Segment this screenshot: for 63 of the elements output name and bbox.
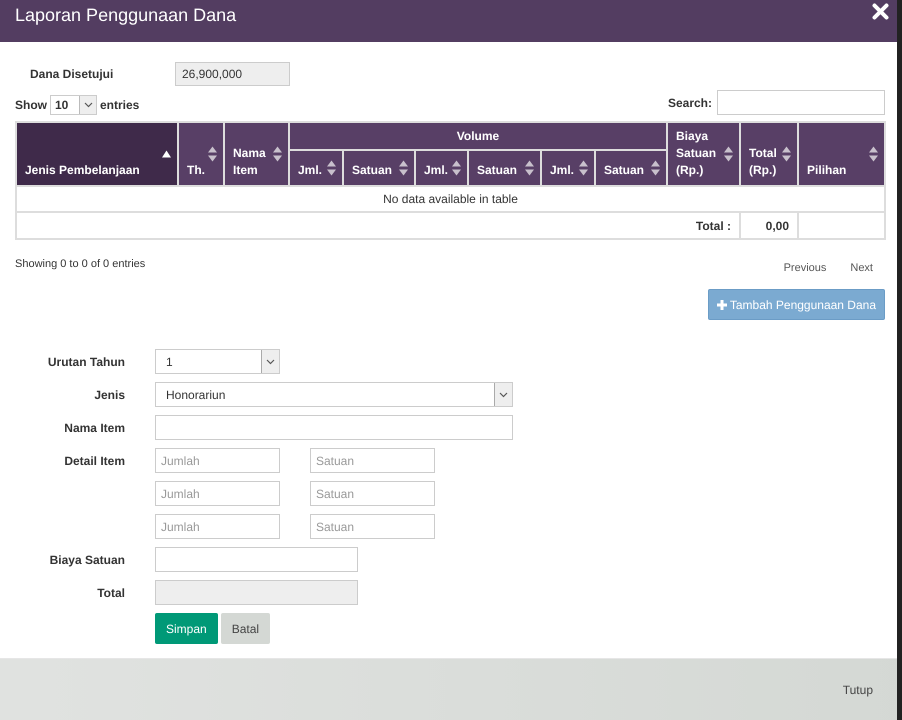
sort-icon[interactable] [273, 146, 282, 162]
amount-field[interactable]: Jumlah [155, 448, 280, 473]
cancel-button[interactable]: Batal [220, 613, 270, 644]
form-label: Urutan Tahun [46, 354, 125, 369]
input-field[interactable] [155, 415, 513, 440]
sort-ascending-icon[interactable] [162, 150, 171, 158]
amount-field[interactable]: Jumlah [155, 514, 280, 539]
pagination-link[interactable]: Previous [772, 260, 838, 276]
search-field[interactable] [717, 90, 885, 115]
column-header[interactable]: Nama Item [224, 122, 289, 186]
sort-icon[interactable] [452, 160, 461, 176]
field-label: Dana Disetujui [29, 67, 114, 81]
form-label: Nama Item [63, 420, 125, 435]
unit-field[interactable]: Satuan [310, 448, 435, 473]
column-header[interactable]: Th. [178, 122, 224, 186]
column-header[interactable]: Jml. [289, 150, 343, 186]
column-header[interactable]: Biaya Satuan (Rp.) [667, 122, 740, 186]
unit-field[interactable]: Satuan [310, 514, 435, 539]
sort-icon[interactable] [579, 160, 588, 176]
table-info: Showing 0 to 0 of 0 entries [15, 258, 146, 272]
column-header[interactable]: Jenis Pembelanjaan [16, 122, 178, 186]
sort-icon[interactable] [782, 146, 792, 162]
entries-select[interactable]: 10 [50, 95, 97, 115]
entries-label: entries [100, 98, 140, 112]
close-button[interactable]: Tutup [834, 676, 881, 702]
show-label: Show [15, 98, 47, 112]
column-header[interactable]: Jml. [541, 150, 595, 186]
search-label: Search: [668, 96, 712, 110]
form-label: Biaya Satuan [48, 552, 125, 567]
form-label: Jenis [93, 387, 125, 402]
form-label: Detail Item [63, 453, 125, 468]
sort-icon[interactable] [327, 160, 336, 176]
empty-table-message: No data available in table [16, 186, 886, 212]
column-header[interactable]: Jml. [415, 150, 468, 186]
input-field[interactable] [155, 547, 358, 572]
dialog-title: Laporan Penggunaan Dana [15, 5, 236, 26]
unit-field[interactable]: Satuan [310, 481, 435, 506]
select-field[interactable]: Honorariun [155, 382, 513, 407]
approved-amount-field: 26,900,000 [175, 62, 290, 86]
column-group-header: Volume [289, 122, 668, 150]
column-header[interactable]: Pilihan [798, 122, 886, 186]
sort-icon[interactable] [651, 160, 660, 176]
total-value: 0,00 [740, 212, 798, 239]
pagination-link[interactable]: Next [838, 260, 885, 276]
close-icon[interactable] [872, 3, 889, 20]
column-header[interactable]: Total (Rp.) [740, 122, 798, 186]
select-field[interactable]: 1 [155, 349, 280, 374]
plus-icon [716, 300, 727, 310]
column-header[interactable]: Satuan [595, 150, 668, 186]
form-label: Total [96, 585, 125, 600]
sort-icon[interactable] [399, 160, 408, 176]
amount-field[interactable]: Jumlah [155, 481, 280, 506]
sort-icon[interactable] [869, 146, 878, 162]
save-button[interactable]: Simpan [155, 613, 218, 644]
total-label: Total : [16, 212, 740, 239]
caret-icon [266, 358, 275, 364]
column-header[interactable]: Satuan [468, 150, 541, 186]
sort-icon[interactable] [525, 160, 534, 176]
sort-icon[interactable] [208, 146, 217, 162]
caret-icon [499, 392, 508, 398]
sort-icon[interactable] [724, 146, 734, 162]
caret-icon [84, 102, 92, 108]
column-header[interactable]: Satuan [343, 150, 415, 186]
